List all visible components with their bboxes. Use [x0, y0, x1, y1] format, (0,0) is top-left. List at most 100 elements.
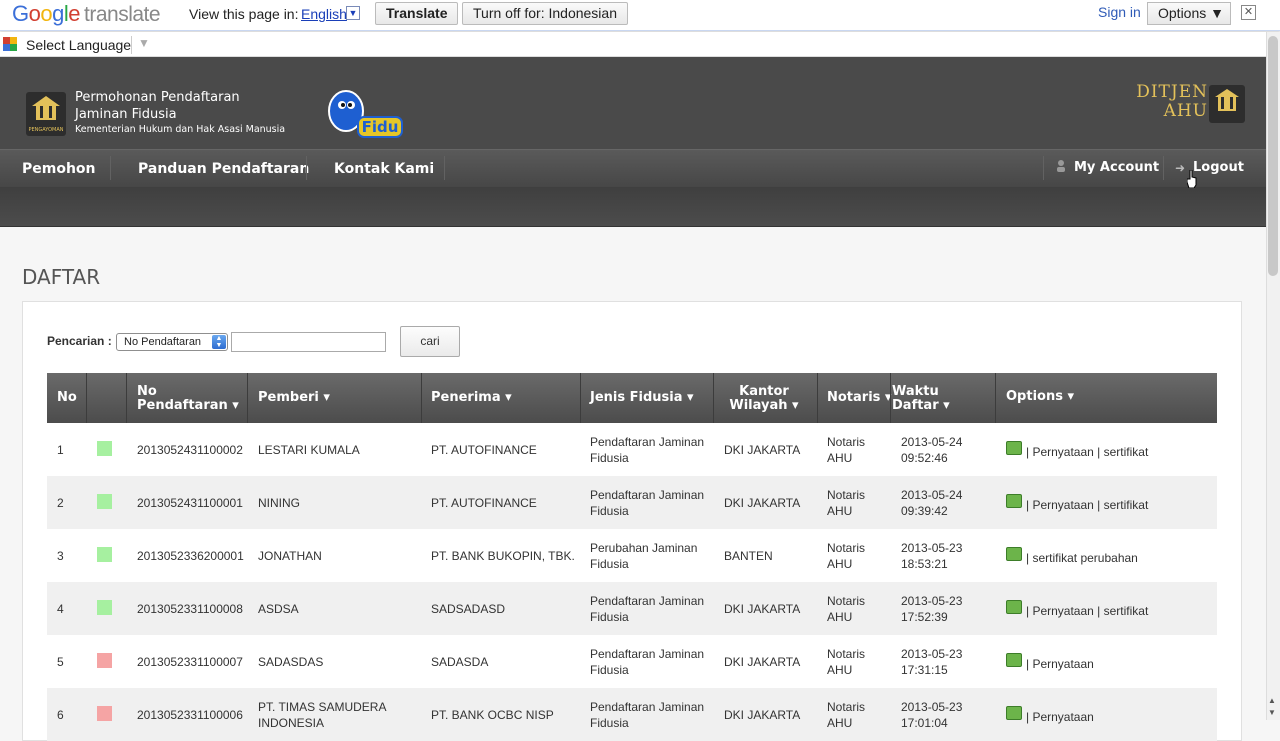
row-number: 2	[57, 496, 64, 510]
waktu-daftar-cell: 2013-05-23 18:53:21	[901, 541, 963, 571]
turn-off-translation-button[interactable]: Turn off for: Indonesian	[462, 2, 628, 25]
select-language-label[interactable]: Select Language	[26, 37, 131, 53]
search-button[interactable]: cari	[400, 326, 460, 357]
print-icon[interactable]	[1006, 706, 1022, 720]
site-title-line1: Permohonan Pendaftaran	[75, 90, 240, 105]
registration-number[interactable]: 201305233110000​6	[137, 707, 243, 723]
table-row[interactable]: 3 201305233620000​1 JONATHAN PT. BANK BUKOP…	[47, 529, 1217, 582]
logout-link[interactable]: Logout	[1193, 160, 1244, 175]
kantor-wilayah-cell: DKI JAKARTA	[724, 602, 801, 616]
nav-item-panduan[interactable]: Panduan Pendaftaran	[138, 161, 309, 177]
print-icon[interactable]	[1006, 600, 1022, 614]
penerima-cell: PT. AUTOFINANCE	[431, 443, 537, 457]
table-row[interactable]: 4 201305233110000​8 ASDSA SADSADASD Pendafta…	[47, 582, 1217, 635]
pemberi-cell: ASDSA	[258, 602, 299, 616]
column-header-notaris[interactable]: Notaris ▾	[827, 391, 891, 405]
notaris-cell: Notaris AHU	[827, 647, 866, 677]
scrollbar-thumb[interactable]	[1268, 36, 1278, 276]
row-number: 6	[57, 708, 64, 722]
column-divider	[995, 373, 996, 423]
select-language-bar[interactable]: Select Language ▼	[0, 32, 1266, 57]
table-row[interactable]: 6 201305233110000​6 PT. TIMAS SAMUDERA INDO…	[47, 688, 1217, 741]
options-button[interactable]: Options ▼	[1147, 2, 1231, 25]
kantor-wilayah-cell: DKI JAKARTA	[724, 443, 801, 457]
pemberi-cell: LESTARI KUMALA	[258, 443, 360, 457]
kantor-wilayah-cell: DKI JAKARTA	[724, 496, 801, 510]
status-indicator	[97, 653, 112, 668]
waktu-daftar-cell: 2013-05-24 09:52:46	[901, 435, 963, 465]
column-divider	[580, 373, 581, 423]
options-links[interactable]: | Pernyataan	[1026, 656, 1094, 672]
pemberi-cell: SADASDAS	[258, 655, 324, 669]
language-dropdown-icon[interactable]: ▼	[346, 6, 360, 20]
registration-number[interactable]: 201305243110000​1	[137, 495, 243, 511]
options-links[interactable]: | sertifikat perubahan	[1026, 550, 1138, 566]
column-header-jenis-fidusia[interactable]: Jenis Fidusia ▾	[590, 391, 694, 405]
print-icon[interactable]	[1006, 653, 1022, 667]
column-divider	[817, 373, 818, 423]
jenis-fidusia-cell: Pendaftaran Jaminan Fidusia	[590, 647, 705, 677]
table-row[interactable]: 1 201305243110000​2 LESTARI KUMALA PT. AUTO…	[47, 423, 1217, 476]
chevron-down-icon[interactable]: ▼	[138, 36, 150, 50]
kantor-wilayah-cell: DKI JAKARTA	[724, 655, 801, 669]
print-icon[interactable]	[1006, 441, 1022, 455]
scroll-up-icon[interactable]: ▲	[1268, 696, 1276, 705]
divider	[131, 36, 132, 54]
print-icon[interactable]	[1006, 494, 1022, 508]
pemberi-cell: JONATHAN	[258, 549, 322, 563]
nav-item-kontak[interactable]: Kontak Kami	[334, 161, 434, 177]
table-row[interactable]: 5 201305233110000​7 SADASDAS SADASDA Pendaft…	[47, 635, 1217, 688]
jenis-fidusia-cell: Perubahan Jaminan Fidusia	[590, 541, 698, 571]
waktu-daftar-cell: 2013-05-23 17:52:39	[901, 594, 963, 624]
notaris-cell: Notaris AHU	[827, 594, 866, 624]
my-account-link[interactable]: My Account	[1074, 160, 1159, 175]
column-header-no[interactable]: No	[57, 391, 77, 405]
site-title-line2: Jaminan Fidusia	[75, 107, 177, 122]
scroll-down-icon[interactable]: ▼	[1268, 708, 1276, 717]
search-label: Pencarian :	[47, 334, 112, 348]
nav-divider	[110, 156, 111, 180]
options-links[interactable]: | Pernyataan	[1026, 709, 1094, 725]
registration-number[interactable]: 201305233110000​7	[137, 654, 243, 670]
column-header-pemberi[interactable]: Pemberi ▾	[258, 391, 330, 405]
language-link[interactable]: English	[301, 6, 347, 22]
column-divider	[247, 373, 248, 423]
options-links[interactable]: | Pernyataan | sertifikat	[1026, 497, 1148, 513]
search-field-select[interactable]: No Pendaftaran ▲ ▼	[116, 333, 228, 351]
ahu-emblem	[1209, 85, 1245, 123]
options-links[interactable]: | Pernyataan | sertifikat	[1026, 444, 1148, 460]
search-input[interactable]	[231, 332, 386, 352]
notaris-cell: Notaris AHU	[827, 435, 866, 465]
nav-item-pemohon[interactable]: Pemohon	[22, 161, 96, 177]
registration-number[interactable]: 201305233620000​1	[137, 548, 244, 564]
registration-number[interactable]: 201305233110000​8	[137, 601, 243, 617]
table-row[interactable]: 2 201305243110000​1 NINING PT. AUTOFINANCE P…	[47, 476, 1217, 529]
status-indicator	[97, 600, 112, 615]
sign-in-link[interactable]: Sign in	[1098, 4, 1141, 20]
translate-button[interactable]: Translate	[375, 2, 459, 25]
pemberi-cell: PT. TIMAS SAMUDERA INDONESIA	[258, 700, 387, 730]
column-header-waktu-daftar[interactable]: Waktu Daftar ▾	[892, 385, 950, 413]
row-number: 1	[57, 443, 64, 457]
jenis-fidusia-cell: Pendaftaran Jaminan Fidusia	[590, 700, 705, 730]
pengayoman-emblem: PENGAYOMAN	[26, 92, 66, 136]
registration-number[interactable]: 201305243110000​2	[137, 442, 243, 458]
status-indicator	[97, 547, 112, 562]
google-translate-logo: Google translate	[12, 1, 161, 26]
google-icon	[3, 37, 17, 51]
options-links[interactable]: | Pernyataan | sertifikat	[1026, 603, 1148, 619]
fidu-logo: Fidu	[328, 90, 403, 138]
column-divider	[126, 373, 127, 423]
column-header-penerima[interactable]: Penerima ▾	[431, 391, 512, 405]
column-divider	[890, 373, 891, 423]
close-icon[interactable]: ✕	[1241, 5, 1256, 20]
column-header-kantor-wilayah[interactable]: Kantor Wilayah ▾	[714, 385, 814, 413]
row-number: 4	[57, 602, 64, 616]
nav-divider	[1163, 156, 1164, 180]
notaris-cell: Notaris AHU	[827, 488, 866, 518]
site-header: PENGAYOMAN Permohonan Pendaftaran Jamina…	[0, 57, 1266, 149]
print-icon[interactable]	[1006, 547, 1022, 561]
sub-navigation-bar	[0, 187, 1266, 227]
column-header-no-pendaftaran[interactable]: No Pendaftaran ▾	[137, 385, 239, 413]
column-header-options[interactable]: Options ▾	[1006, 390, 1074, 404]
